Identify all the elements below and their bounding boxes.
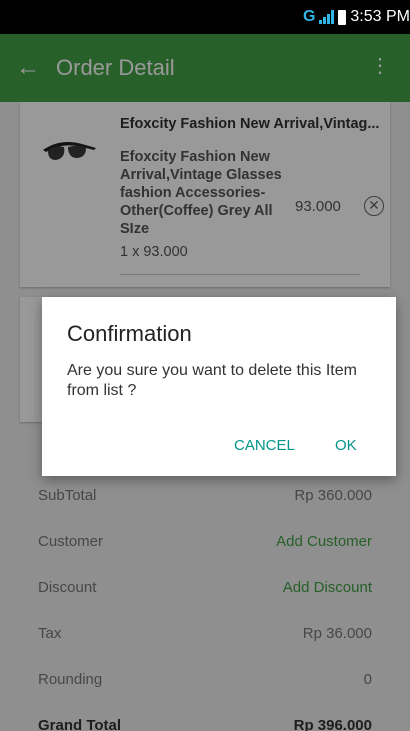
network-type: G	[302, 8, 316, 25]
battery-icon	[338, 9, 347, 25]
confirmation-dialog: Confirmation Are you sure you want to de…	[42, 297, 396, 476]
cancel-button[interactable]: CANCEL	[234, 437, 295, 454]
status-bar: G 3:53 PM	[0, 0, 410, 34]
signal-icon	[319, 10, 335, 24]
dialog-message: Are you sure you want to delete this Ite…	[67, 362, 357, 399]
ok-button[interactable]: OK	[335, 437, 357, 454]
dialog-title: Confirmation	[67, 321, 192, 346]
status-time: 3:53 PM	[350, 8, 410, 25]
